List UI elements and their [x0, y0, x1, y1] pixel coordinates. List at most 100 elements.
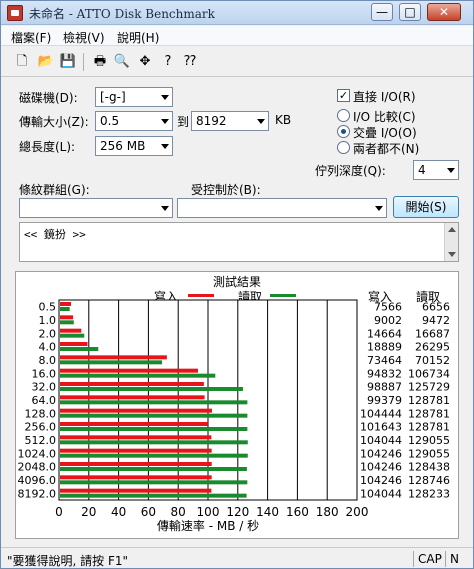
transfer-to-value: 8192 [196, 114, 227, 128]
neither-radio[interactable] [337, 141, 350, 154]
read-bar [60, 307, 70, 311]
write-bar [60, 462, 212, 466]
controlled-by-select[interactable] [177, 198, 387, 218]
write-value: 99379 [367, 394, 402, 407]
status-num: N [445, 551, 465, 567]
write-bar [60, 368, 198, 373]
controlled-by-label: 受控制於(B): [191, 183, 261, 197]
drive-label: 磁碟機(D): [19, 91, 78, 105]
x-tick-label: 180 [316, 505, 339, 519]
chevron-down-icon [257, 119, 265, 124]
drive-value: [-g-] [100, 90, 126, 104]
read-value: 128438 [408, 461, 450, 474]
read-bar [60, 453, 248, 458]
queue-depth-value: 4 [418, 163, 426, 177]
y-tick-label: 256.0 [25, 421, 57, 434]
read-value: 16687 [415, 327, 450, 340]
y-tick-label: 4.0 [39, 341, 57, 354]
transfer-from-value: 0.5 [100, 114, 120, 128]
x-tick-label: 200 [346, 505, 369, 519]
write-value: 101643 [360, 421, 402, 434]
transfer-size-label: 傳輸大小(Z): [19, 115, 89, 129]
write-value: 104044 [360, 434, 402, 447]
read-bar [60, 467, 247, 471]
write-bar [60, 355, 167, 360]
move-icon[interactable]: ✥ [136, 53, 154, 71]
results-panel: 測試結果 寫入 讀取 寫入 讀取 0 20 40 60 80 100 120 140 160 18… [15, 271, 459, 539]
y-tick-label: 16.0 [32, 367, 57, 380]
write-bar [60, 488, 212, 493]
read-value: 9472 [422, 314, 450, 327]
read-bar [60, 333, 85, 338]
menu-view[interactable]: 檢視(V) [63, 29, 105, 46]
queue-depth-select[interactable]: 4 [413, 160, 459, 180]
chevron-down-icon [447, 168, 455, 173]
direct-io-checkbox[interactable]: ✓ [337, 89, 350, 102]
pattern-label: 條紋群組(G): [19, 183, 90, 197]
x-tick-label: 100 [197, 505, 220, 519]
menu-file[interactable]: 檔案(F) [11, 29, 51, 46]
write-value: 104246 [360, 447, 402, 460]
minimize-button[interactable]: — [371, 3, 393, 21]
write-bar [60, 395, 205, 400]
x-tick-label: 0 [55, 505, 63, 519]
write-bar [60, 382, 204, 386]
help-icon[interactable]: ? [159, 53, 177, 71]
y-tick-label: 1024.0 [18, 447, 57, 460]
write-bar [60, 315, 74, 320]
read-bar [60, 373, 216, 378]
total-length-select[interactable]: 256 MB [95, 136, 173, 156]
chevron-down-icon [161, 144, 169, 149]
transfer-from-select[interactable]: 0.5 [95, 111, 173, 131]
chevron-down-icon [161, 206, 169, 211]
read-value: 106734 [408, 367, 450, 380]
overlap-io-radio[interactable] [337, 125, 350, 138]
read-bar [60, 480, 248, 485]
y-tick-label: 2048.0 [18, 461, 57, 474]
io-compare-radio[interactable] [337, 109, 350, 122]
read-value: 128781 [408, 407, 450, 420]
read-value: 128746 [408, 474, 450, 487]
drive-select[interactable]: [-g-] [95, 87, 173, 107]
read-value: 6656 [422, 301, 450, 314]
chevron-down-icon [375, 206, 383, 211]
menu-help[interactable]: 說明(H) [117, 29, 159, 46]
write-value: 18889 [367, 341, 402, 354]
scroll-up-icon[interactable] [448, 227, 456, 232]
read-value: 26295 [415, 341, 450, 354]
write-bar [60, 448, 212, 453]
pattern-select[interactable] [19, 198, 173, 218]
print-preview-icon[interactable]: 🔍 [113, 53, 131, 71]
title-bar: 未命名 - ATTO Disk Benchmark — □ ✕ [1, 1, 473, 25]
y-tick-label: 8.0 [39, 354, 57, 367]
read-bar [60, 387, 243, 391]
read-bar [60, 427, 248, 431]
write-bar [60, 328, 82, 333]
maximize-button[interactable]: □ [399, 3, 421, 21]
to-label: 到 [177, 115, 190, 129]
write-value: 94832 [367, 367, 402, 380]
read-value: 129055 [408, 447, 450, 460]
y-tick-label: 512.0 [25, 434, 57, 447]
write-value: 104246 [360, 474, 402, 487]
close-button[interactable]: ✕ [427, 3, 461, 21]
unit-label: KB [275, 113, 292, 127]
y-tick-label: 8192.0 [18, 487, 57, 500]
transfer-to-select[interactable]: 8192 [191, 111, 269, 131]
y-tick-label: 128.0 [25, 407, 57, 420]
save-icon[interactable]: 💾 [59, 53, 77, 71]
description-textarea[interactable]: << 鏡扮 >> [19, 222, 459, 262]
new-file-icon[interactable]: 🗋 [13, 53, 31, 71]
print-icon[interactable]: 🖶 [91, 53, 109, 71]
context-help-icon[interactable]: ⁇ [181, 53, 199, 71]
scroll-down-icon[interactable] [448, 252, 456, 257]
open-folder-icon[interactable]: 📂 [37, 53, 55, 71]
status-bar: "要獲得說明, 請按 F1" CAP N [1, 547, 473, 568]
status-cap: CAP [413, 551, 443, 567]
vertical-scrollbar[interactable] [444, 223, 458, 261]
start-button[interactable]: 開始(S) [393, 196, 459, 218]
x-tick-label: 80 [171, 505, 186, 519]
x-tick-label: 40 [111, 505, 126, 519]
write-bar [60, 475, 212, 480]
window-title: 未命名 - ATTO Disk Benchmark [29, 7, 215, 21]
